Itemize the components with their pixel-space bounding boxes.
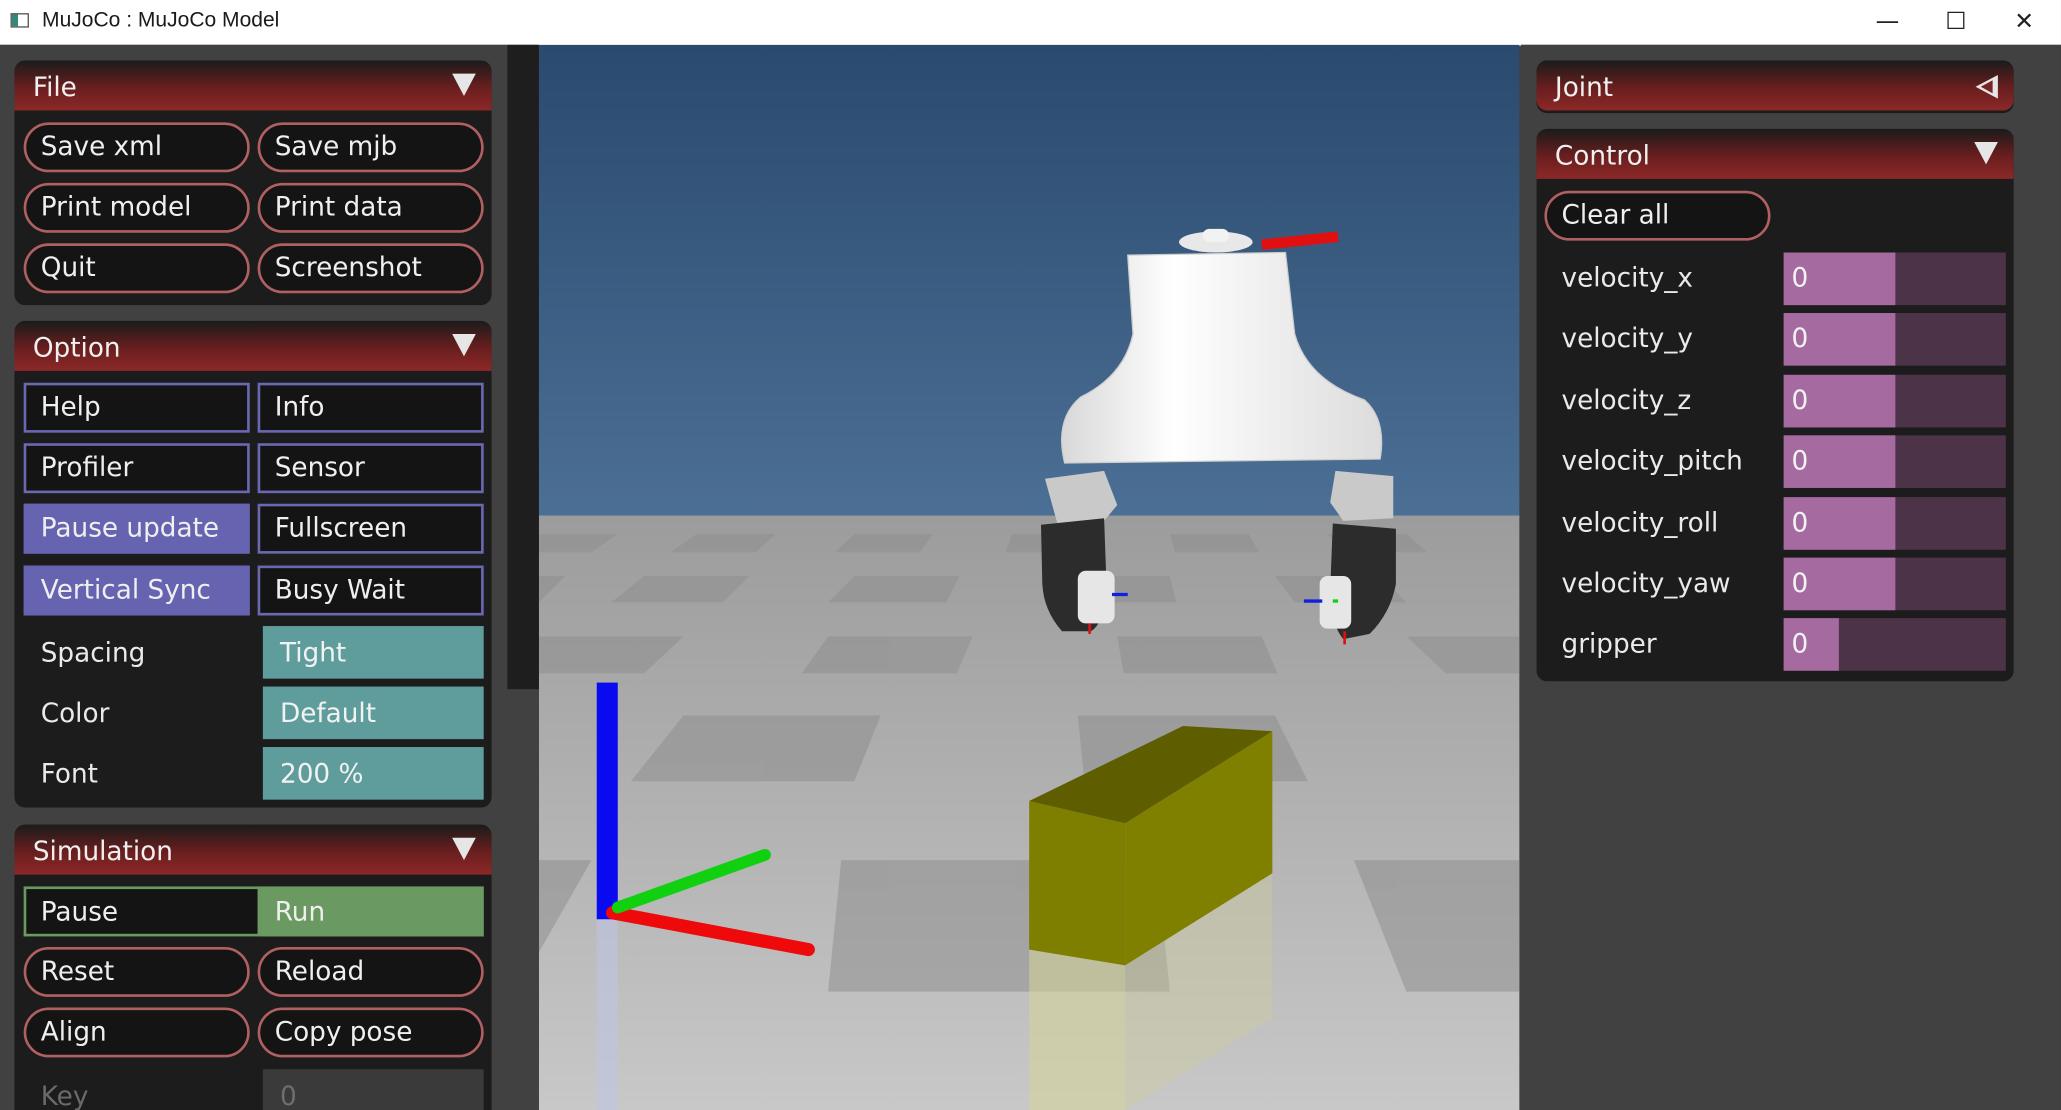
simulation-header[interactable]: Simulation [14, 824, 492, 875]
slider-value: 0 [1791, 261, 1809, 294]
busy-wait-toggle[interactable]: Busy Wait [257, 565, 484, 616]
run-radio[interactable]: Run [257, 886, 484, 937]
fullscreen-toggle[interactable]: Fullscreen [257, 503, 484, 554]
slider-value: 0 [1791, 505, 1809, 538]
simulation-header-label: Simulation [32, 835, 173, 867]
pause-radio[interactable]: Pause [23, 886, 258, 937]
slider-velocity-roll[interactable]: 0 [1783, 496, 2006, 550]
3d-viewport[interactable] [538, 44, 1520, 1110]
vertical-sync-toggle[interactable]: Vertical Sync [23, 565, 250, 616]
option-header[interactable]: Option [14, 320, 492, 371]
collapse-arrow-icon [452, 334, 476, 357]
reload-button[interactable]: Reload [257, 946, 484, 997]
clear-all-button[interactable]: Clear all [1544, 190, 1771, 241]
collapse-arrow-icon [452, 837, 476, 861]
save-xml-button[interactable]: Save xml [23, 122, 250, 173]
print-data-button[interactable]: Print data [257, 182, 484, 233]
maximize-button[interactable]: ☐ [1922, 0, 1990, 45]
pause-update-toggle[interactable]: Pause update [23, 503, 250, 554]
screenshot-button[interactable]: Screenshot [257, 243, 484, 294]
slider-velocity-yaw[interactable]: 0 [1783, 557, 2006, 611]
slider-velocity-y[interactable]: 0 [1783, 313, 2006, 367]
key-slider[interactable]: 0 [262, 1069, 484, 1110]
font-label: Font [40, 757, 98, 790]
slider-value: 0 [1791, 444, 1809, 477]
key-label: Key [40, 1079, 89, 1110]
slider-value: 0 [1791, 322, 1809, 355]
expand-arrow-icon [1975, 74, 1998, 99]
control-header-label: Control [1554, 139, 1650, 171]
spacing-label: Spacing [40, 636, 146, 669]
right-panel: Joint Control Clear all velocity_x 0 veloc… [1520, 44, 2061, 1110]
color-label: Color [40, 697, 110, 729]
reset-button[interactable]: Reset [23, 946, 250, 997]
title-bar: MuJoCo : MuJoCo Model — ☐ ✕ [0, 0, 2061, 47]
slider-label-velocity-x: velocity_x [1561, 261, 1693, 294]
collapse-arrow-icon [1974, 142, 1998, 165]
profiler-toggle[interactable]: Profiler [23, 443, 250, 494]
simulation-section: Simulation Pause Run Reset Reload Align … [14, 824, 492, 1110]
collapse-arrow-icon [452, 73, 476, 97]
file-header-label: File [32, 71, 77, 103]
spacing-select[interactable]: Tight [262, 626, 484, 679]
slider-value: 0 [1791, 566, 1809, 599]
file-header[interactable]: File [14, 60, 492, 111]
slider-label-velocity-pitch: velocity_pitch [1561, 444, 1743, 477]
slider-label-velocity-yaw: velocity_yaw [1561, 566, 1731, 599]
left-panel: File Save xml Save mjb Print model Print… [0, 44, 508, 1110]
control-section: Control Clear all velocity_x 0 velocity_y 0… [1536, 128, 2014, 682]
option-section: Option Help Info Profiler Sensor Pause u… [14, 320, 492, 808]
slider-velocity-pitch[interactable]: 0 [1783, 435, 2006, 489]
info-toggle[interactable]: Info [257, 382, 484, 433]
slider-value: 0 [1791, 627, 1809, 660]
save-mjb-button[interactable]: Save mjb [257, 122, 484, 173]
joint-header[interactable]: Joint [1536, 60, 2014, 111]
window-title: MuJoCo : MuJoCo Model [42, 9, 280, 32]
slider-value: 0 [1791, 383, 1809, 416]
print-model-button[interactable]: Print model [23, 182, 250, 233]
slider-label-velocity-y: velocity_y [1561, 322, 1693, 355]
slider-label-velocity-z: velocity_z [1561, 383, 1692, 416]
slider-velocity-z[interactable]: 0 [1783, 374, 2006, 428]
option-header-label: Option [32, 331, 121, 363]
slider-velocity-x[interactable]: 0 [1783, 252, 2006, 306]
minimize-button[interactable]: — [1853, 0, 1921, 45]
slider-label-velocity-roll: velocity_roll [1561, 505, 1719, 538]
quit-button[interactable]: Quit [23, 243, 250, 294]
app-icon [10, 13, 29, 28]
copy-pose-button[interactable]: Copy pose [257, 1007, 484, 1058]
slider-gripper[interactable]: 0 [1783, 618, 2006, 672]
file-section: File Save xml Save mjb Print model Print… [14, 60, 492, 306]
align-button[interactable]: Align [23, 1007, 250, 1058]
control-header[interactable]: Control [1536, 128, 2014, 179]
font-select[interactable]: 200 % [262, 747, 484, 800]
close-button[interactable]: ✕ [1990, 0, 2058, 45]
joint-section: Joint [1536, 60, 2014, 114]
color-select[interactable]: Default [262, 686, 484, 740]
sensor-toggle[interactable]: Sensor [257, 443, 484, 494]
joint-header-label: Joint [1554, 71, 1614, 103]
left-panel-scrollbar[interactable] [507, 44, 539, 690]
help-toggle[interactable]: Help [23, 382, 250, 433]
slider-label-gripper: gripper [1561, 627, 1657, 660]
